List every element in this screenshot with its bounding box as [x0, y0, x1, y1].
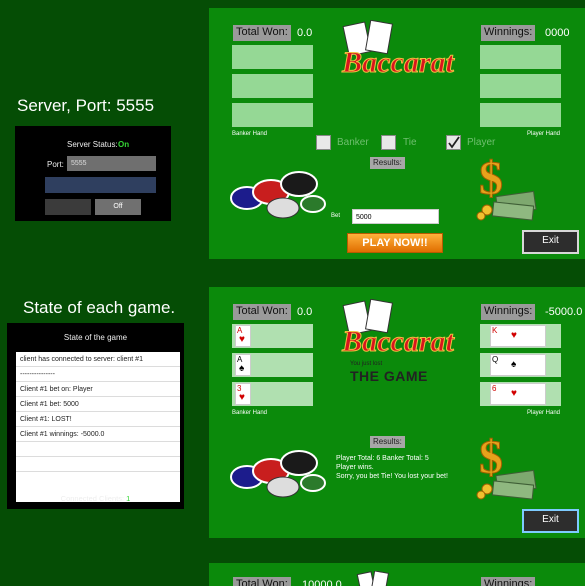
playing-card: A ♠ — [235, 354, 251, 376]
server-caption: Server, Port: 5555 — [17, 96, 155, 115]
result-line: Player Total: 6 Banker Total: 5 — [336, 455, 429, 462]
banker-checkbox[interactable] — [316, 135, 331, 150]
money-bag-icon: $ — [476, 431, 537, 500]
banker-hand-label: Banker Hand — [232, 410, 268, 416]
player-slot — [480, 74, 561, 98]
total-won-label: Total Won: — [233, 304, 291, 320]
spade-suit-icon: ♠ — [239, 363, 245, 374]
lost-message-big: THE GAME — [350, 368, 428, 384]
list-item: Client #1: LOST! — [16, 412, 180, 427]
banker-slot — [232, 103, 313, 127]
result-line: Player wins. — [336, 464, 374, 471]
game-window-2: Total Won: 0.0 Winnings: -5000.0 Baccara… — [209, 287, 585, 538]
tie-checkbox[interactable] — [381, 135, 396, 150]
playing-card: 6 ♥ — [490, 383, 546, 405]
money-bag-icon: $ — [476, 152, 537, 221]
total-won-value: 0.0 — [297, 27, 313, 39]
baccarat-logo: Baccarat — [341, 20, 456, 80]
baccarat-logo: Baccarat — [341, 299, 456, 359]
start-button[interactable] — [45, 177, 156, 193]
heart-suit-icon: ♥ — [239, 392, 245, 403]
banker-slot — [232, 74, 313, 98]
playing-card: 3 ♥ — [235, 383, 251, 405]
banker-slot — [232, 45, 313, 69]
server-status-label: Server Status: — [67, 140, 118, 149]
state-log-list[interactable]: client has connected to server: client #… — [16, 352, 180, 502]
heart-suit-icon: ♥ — [239, 334, 245, 345]
heart-suit-icon: ♥ — [511, 388, 517, 399]
total-won-value: 10000.0 — [302, 579, 342, 586]
play-now-button[interactable]: PLAY NOW!! — [347, 233, 443, 253]
list-item: --------------- — [16, 367, 180, 382]
tie-option-label: Tie — [403, 137, 417, 148]
player-card-slot: K ♥ — [480, 324, 561, 348]
player-card-slot: 6 ♥ — [480, 382, 561, 406]
card-rank: 6 — [492, 384, 497, 393]
logo-text: Baccarat — [341, 46, 455, 79]
card-rank: Q — [492, 355, 499, 364]
total-won-label: Total Won: — [233, 25, 291, 41]
result-line: Sorry, you bet Tie! You lost your bet! — [336, 473, 448, 480]
total-won-value: 0.0 — [297, 306, 313, 318]
server-status-value: On — [118, 140, 130, 149]
heart-suit-icon: ♥ — [511, 330, 517, 341]
player-slot — [480, 45, 561, 69]
total-won-label: Total Won: — [233, 577, 291, 586]
port-input[interactable]: 5555 — [67, 156, 156, 171]
exit-button[interactable]: Exit — [522, 509, 579, 533]
state-caption: State of each game. — [23, 298, 176, 317]
list-item: Client #1 bet on: Player — [16, 382, 180, 397]
bet-label: Bet — [331, 213, 341, 219]
player-hand-label: Player Hand — [527, 131, 561, 137]
connected-count: 1 — [126, 494, 131, 503]
connected-clients: Connected Clients: 1 — [7, 494, 184, 503]
playing-card: K ♥ — [490, 325, 546, 347]
logo-text: Baccarat — [341, 325, 455, 358]
port-label: Port: — [47, 160, 64, 169]
list-item: Client #1 winnings: -5000.0 — [16, 427, 180, 442]
winnings-value: -5000.0 — [545, 306, 583, 318]
player-slot — [480, 103, 561, 127]
server-panel: Server Status: On Port: 5555 Off — [15, 126, 171, 221]
exit-button[interactable]: Exit — [522, 230, 579, 254]
state-panel: State of the game client has connected t… — [7, 323, 184, 509]
player-hand-label: Player Hand — [527, 410, 561, 416]
baccarat-logo — [356, 571, 390, 586]
results-label: Results: — [370, 157, 405, 169]
bet-input[interactable]: 5000 — [352, 209, 439, 224]
player-card-slot: Q ♠ — [480, 353, 561, 377]
banker-card-slot: 3 ♥ — [232, 382, 313, 406]
poker-chips-icon — [230, 450, 326, 498]
list-item: Client #1 bet: 5000 — [16, 397, 180, 412]
banker-option-label: Banker — [337, 137, 369, 148]
winnings-value: 0000 — [545, 27, 570, 39]
player-option-label: Player — [467, 137, 496, 148]
lost-message-small: You just lost — [350, 361, 383, 367]
winnings-label: Winnings: — [481, 577, 536, 586]
banker-hand-label: Banker Hand — [232, 131, 268, 137]
off-button[interactable]: Off — [95, 199, 141, 215]
card-rank: K — [492, 326, 498, 335]
game-window-3: Total Won: 10000.0 Winnings: — [209, 563, 585, 586]
winnings-label: Winnings: — [481, 304, 536, 320]
on-button[interactable] — [45, 199, 91, 215]
banker-card-slot: A ♥ — [232, 324, 313, 348]
state-panel-title: State of the game — [63, 333, 128, 342]
player-checkbox[interactable] — [446, 135, 461, 150]
playing-card: Q ♠ — [490, 354, 546, 376]
game-window-1: Total Won: 0.0 Winnings: 0000 Baccarat B… — [209, 8, 585, 259]
list-item — [16, 442, 180, 457]
checkmark-icon — [448, 136, 460, 149]
list-item: client has connected to server: client #… — [16, 352, 180, 367]
winnings-label: Winnings: — [481, 25, 536, 41]
list-item — [16, 457, 180, 472]
playing-card: A ♥ — [235, 325, 251, 347]
banker-card-slot: A ♠ — [232, 353, 313, 377]
spade-suit-icon: ♠ — [511, 359, 517, 370]
poker-chips-icon — [230, 171, 326, 219]
results-label: Results: — [370, 436, 405, 448]
connected-label: Connected Clients: — [60, 494, 125, 503]
